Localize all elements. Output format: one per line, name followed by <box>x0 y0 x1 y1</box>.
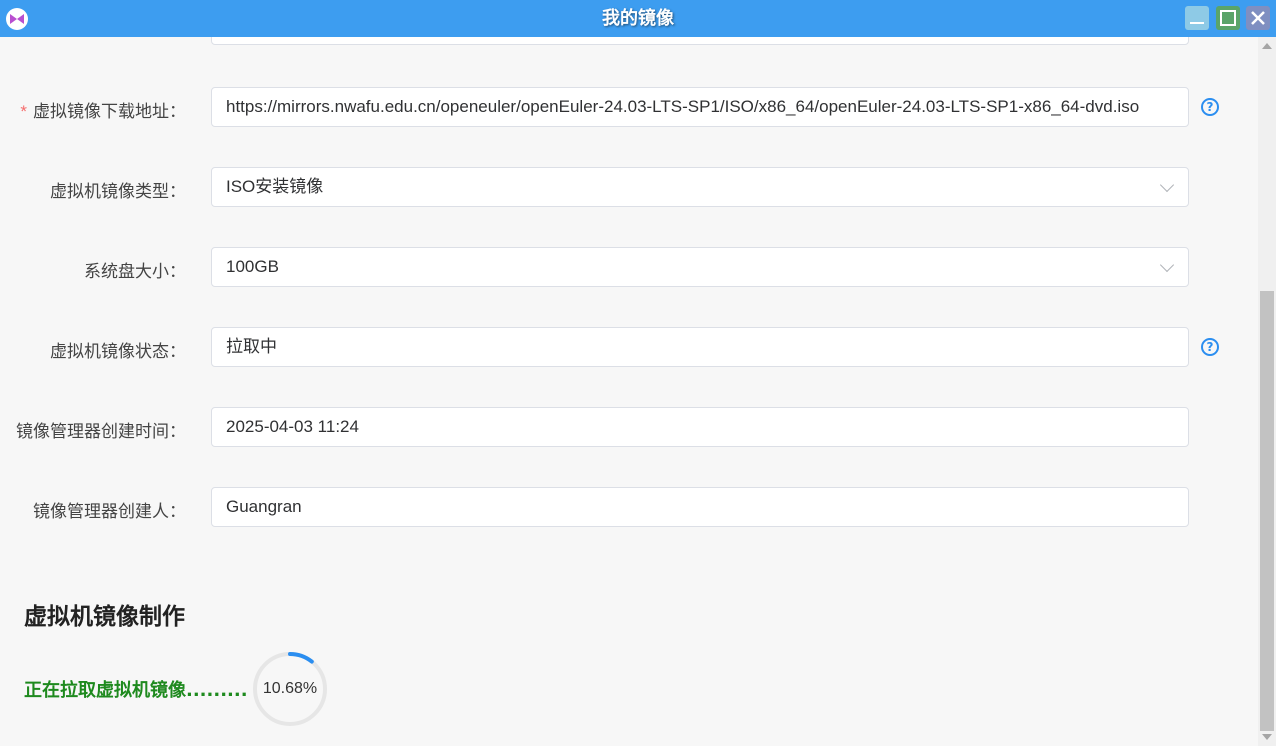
question-circle-icon[interactable]: ? <box>1201 338 1219 356</box>
build-section-title: 虚拟机镜像制作 <box>24 604 185 630</box>
url-label: * 虚拟镜像下载地址： <box>20 97 186 122</box>
url-label-text: 虚拟镜像下载地址： <box>33 102 186 121</box>
minimize-button[interactable] <box>1185 6 1209 30</box>
created-time-label: 镜像管理器创建时间： <box>16 422 186 441</box>
question-circle-icon[interactable]: ? <box>1201 98 1219 116</box>
url-value: https://mirrors.nwafu.edu.cn/openeuler/o… <box>226 97 1140 116</box>
scroll-down-arrow-icon[interactable] <box>1262 734 1272 740</box>
window-title: 我的镜像 <box>602 8 674 29</box>
title-bar: 我的镜像 <box>0 0 1276 37</box>
image-type-select[interactable]: ISO安装镜像 <box>211 167 1189 207</box>
close-button[interactable] <box>1246 6 1270 30</box>
disk-size-value: 100GB <box>226 257 279 276</box>
status-value: 拉取中 <box>226 337 277 356</box>
creator-value: Guangran <box>226 497 302 516</box>
maximize-button[interactable] <box>1216 6 1240 30</box>
created-time-field[interactable]: 2025-04-03 11:24 <box>211 407 1189 447</box>
progress-percent-label: 10.68% <box>262 680 318 697</box>
creator-label: 镜像管理器创建人： <box>33 502 186 521</box>
image-type-label: 虚拟机镜像类型： <box>50 182 186 201</box>
scroll-up-arrow-icon[interactable] <box>1262 43 1272 49</box>
vertical-scrollbar[interactable] <box>1258 37 1276 746</box>
main-content: * 虚拟镜像下载地址： https://mirrors.nwafu.edu.cn/… <box>0 37 1258 746</box>
status-label: 虚拟机镜像状态： <box>50 342 186 361</box>
progress-status-text: 正在拉取虚拟机镜像......... <box>24 680 248 701</box>
url-input[interactable]: https://mirrors.nwafu.edu.cn/openeuler/o… <box>211 87 1189 127</box>
disk-size-label: 系统盘大小： <box>84 262 186 281</box>
creator-field[interactable]: Guangran <box>211 487 1189 527</box>
chevron-down-icon <box>1159 177 1175 193</box>
status-field[interactable]: 拉取中 <box>211 327 1189 367</box>
previous-field[interactable] <box>211 37 1189 45</box>
image-type-value: ISO安装镜像 <box>226 177 324 196</box>
created-time-value: 2025-04-03 11:24 <box>226 417 359 436</box>
required-mark: * <box>20 102 27 121</box>
chevron-down-icon <box>1159 257 1175 273</box>
scrollbar-thumb[interactable] <box>1260 291 1274 731</box>
disk-size-select[interactable]: 100GB <box>211 247 1189 287</box>
